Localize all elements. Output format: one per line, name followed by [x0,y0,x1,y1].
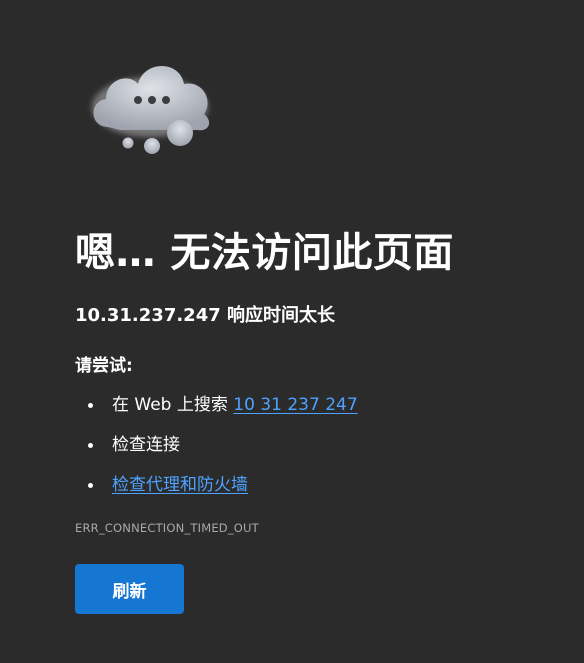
search-prefix: 在 Web 上搜索 [112,395,234,415]
refresh-button[interactable]: 刷新 [75,564,184,614]
suggestion-check-connection: 检查连接 [75,432,358,472]
try-heading: 请尝试: [75,356,133,376]
error-code: ERR_CONNECTION_TIMED_OUT [75,521,259,535]
error-subtitle: 10.31.237.247 响应时间太长 [75,305,336,326]
error-page: 嗯… 无法访问此页面 10.31.237.247 响应时间太长 请尝试: 在 W… [0,0,584,663]
cloud-icon [80,52,230,162]
bullet-icon [88,483,93,488]
suggestion-check-proxy: 检查代理和防火墙 [75,472,358,512]
search-web-link[interactable]: 10 31 237 247 [233,395,357,415]
check-proxy-firewall-link[interactable]: 检查代理和防火墙 [112,475,248,495]
suggestion-list: 在 Web 上搜索 10 31 237 247 检查连接 检查代理和防火墙 [75,392,358,512]
page-title: 嗯… 无法访问此页面 [75,230,454,276]
check-connection-text: 检查连接 [112,435,180,455]
bullet-icon [88,403,93,408]
suggestion-search: 在 Web 上搜索 10 31 237 247 [75,392,358,432]
bullet-icon [88,443,93,448]
